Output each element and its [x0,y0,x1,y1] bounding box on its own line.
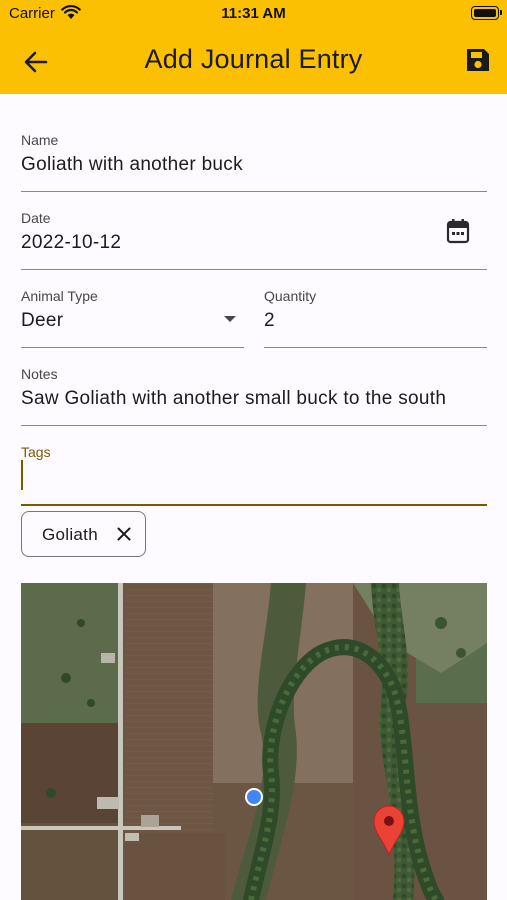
red-pin-icon[interactable] [372,804,406,856]
status-time: 11:31 AM [221,5,286,22]
satellite-map[interactable] [21,583,487,900]
notes-input[interactable]: Saw Goliath with another small buck to t… [21,388,487,410]
date-label: Date [21,210,51,226]
quantity-input[interactable]: 2 [264,310,275,332]
animal-type-field[interactable]: Animal Type Deer [21,286,244,348]
tags-label: Tags [21,444,51,460]
date-input[interactable]: 2022-10-12 [21,232,121,254]
notes-field[interactable]: Notes Saw Goliath with another small buc… [21,364,487,426]
page-title: Add Journal Entry [144,44,363,74]
quantity-label: Quantity [264,288,317,304]
name-field[interactable]: Name Goliath with another buck [21,130,487,192]
tag-chip-label: Goliath [42,525,98,544]
status-bar: Carrier 11:31 AM [0,0,507,28]
notes-label: Notes [21,366,58,382]
name-input[interactable]: Goliath with another buck [21,154,243,176]
animal-type-select[interactable]: Deer [21,310,63,332]
animal-type-label: Animal Type [21,288,98,304]
animal-type-underline [21,347,244,348]
floppy-disk-icon[interactable] [464,46,492,74]
name-label: Name [21,132,59,148]
date-field[interactable]: Date 2022-10-12 [21,208,487,270]
calendar-icon[interactable] [446,218,470,244]
current-location-dot [245,788,263,806]
close-icon[interactable] [116,526,132,542]
tags-field[interactable]: Tags [21,442,487,506]
tag-chip[interactable]: Goliath [21,511,146,557]
dropdown-arrow-icon[interactable] [224,316,236,322]
name-underline [21,191,487,192]
text-cursor [21,460,23,490]
battery-icon [471,6,502,20]
quantity-underline [264,347,487,348]
map-imagery [21,583,487,900]
quantity-field[interactable]: Quantity 2 [264,286,487,348]
app-bar: Add Journal Entry [0,28,507,94]
tags-underline [21,504,487,506]
date-underline [21,269,487,270]
notes-underline [21,425,487,426]
